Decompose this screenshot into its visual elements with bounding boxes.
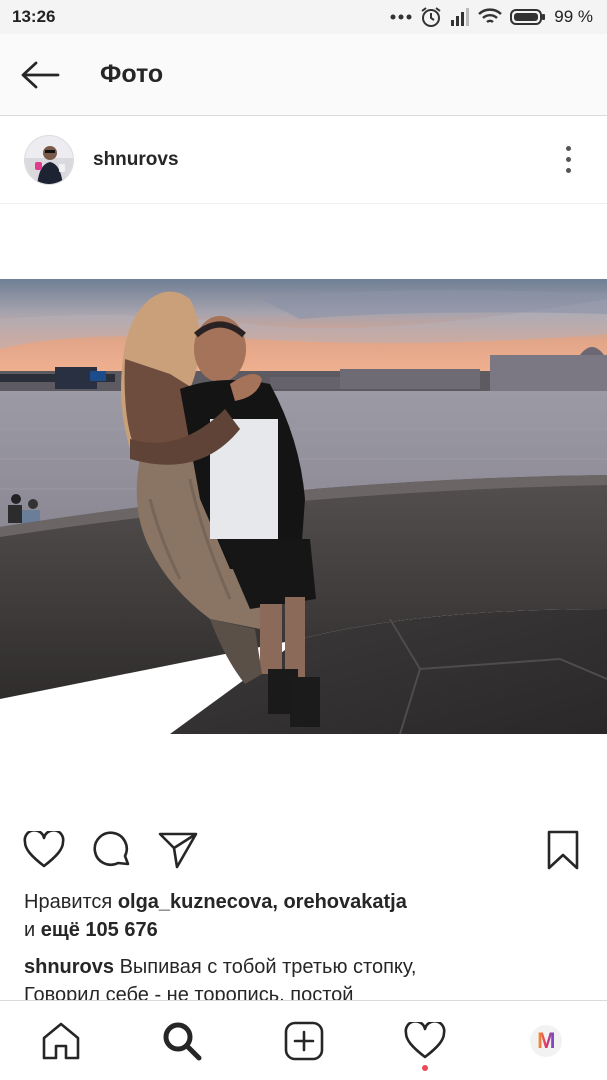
back-button[interactable] [0, 34, 80, 116]
post-caption: shnurovs Выпивая с тобой третью стопку, … [24, 953, 594, 1003]
status-time: 13:26 [12, 7, 56, 26]
status-bar: 13:26 99 % [0, 0, 607, 34]
vertical-dots-icon [565, 146, 571, 173]
nav-activity[interactable] [364, 1001, 485, 1080]
app-bar: Фото [0, 34, 607, 116]
home-icon [42, 1022, 80, 1059]
status-icons: 99 % [390, 6, 593, 28]
wifi-icon [478, 8, 503, 24]
comment-button[interactable] [88, 826, 136, 874]
like-button[interactable] [20, 826, 68, 874]
more-dots-icon [390, 14, 412, 20]
caption-username[interactable]: shnurovs [24, 956, 114, 978]
activity-icon [404, 1021, 446, 1058]
battery-percent: 99 % [554, 7, 593, 26]
caption-text-line-1: Выпивая с тобой третью стопку, [114, 956, 417, 978]
avatar[interactable] [24, 134, 74, 185]
page-title: Фото [100, 60, 164, 88]
nav-home[interactable] [0, 1001, 121, 1080]
signal-icon [451, 8, 470, 26]
nav-new-post[interactable] [243, 1001, 364, 1080]
battery-icon [510, 9, 546, 25]
notification-dot [421, 1065, 428, 1071]
new-post-icon [284, 1021, 323, 1060]
post-header: shnurovs [0, 116, 607, 204]
likes-count-link[interactable]: ещё 105 676 [41, 919, 158, 941]
profile-letter: M [537, 1027, 556, 1053]
share-icon [158, 832, 198, 869]
alarm-icon [421, 7, 441, 27]
post-options-button[interactable] [553, 140, 583, 180]
post-actions [0, 820, 607, 880]
nav-search[interactable] [121, 1001, 242, 1080]
share-button[interactable] [154, 826, 202, 874]
photo-couple-at-river-sunset [0, 279, 607, 734]
heart-icon [23, 831, 65, 868]
avatar-image [25, 135, 73, 184]
post-photo[interactable] [0, 279, 607, 734]
likes-separator: , [272, 891, 284, 913]
save-button[interactable] [539, 826, 587, 874]
post-username[interactable]: shnurovs [93, 149, 179, 171]
search-icon [163, 1022, 202, 1060]
likes-summary: Нравится olga_kuznecova, orehovakatja и … [24, 888, 594, 944]
nav-profile[interactable]: M [486, 1001, 607, 1080]
profile-icon: M [530, 1024, 563, 1057]
liker-link-2[interactable]: orehovakatja [283, 891, 406, 913]
bottom-nav: M [0, 1000, 607, 1080]
likes-and: и [24, 919, 41, 941]
arrow-left-icon [21, 61, 60, 88]
liker-link-1[interactable]: olga_kuznecova [118, 891, 273, 913]
likes-prefix: Нравится [24, 891, 118, 913]
bookmark-icon [547, 830, 579, 870]
comment-icon [93, 831, 130, 867]
